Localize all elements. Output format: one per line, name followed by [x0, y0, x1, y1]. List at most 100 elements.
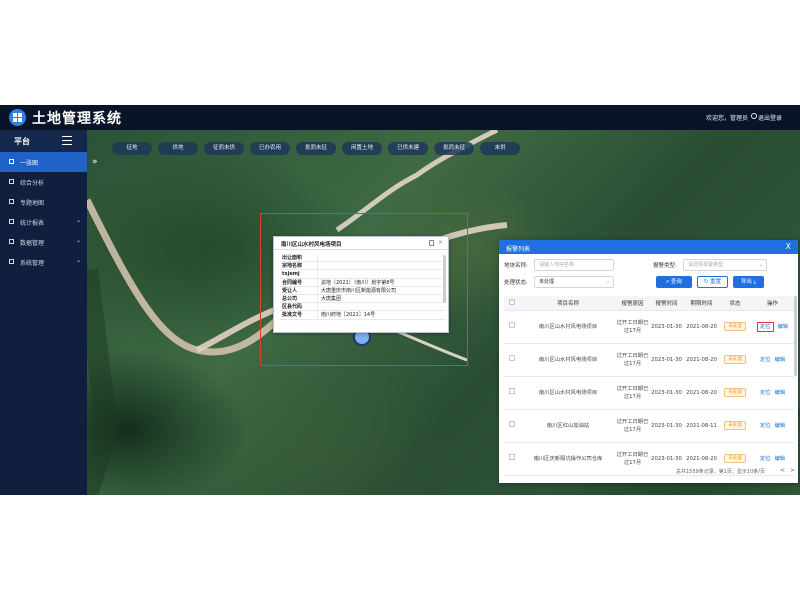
layer-button[interactable]: 供地 [158, 142, 198, 155]
sidebar-item[interactable]: 综合分析 [0, 172, 87, 192]
plot-name-input[interactable]: 请输入地块名称 [534, 259, 614, 271]
app-header: 土地管理系统 欢迎您，管理员 退出登录 [0, 105, 800, 130]
table-header-row: 项目名称 报警原因 报警时间 期限时间 状态 操作 [504, 296, 794, 311]
expand-icon[interactable]: » [92, 157, 98, 167]
alert-type-label: 报警类型: [653, 263, 677, 269]
row-checkbox[interactable] [504, 343, 520, 377]
cell-alert-reason: 过开工日期已过17月 [616, 310, 649, 344]
alert-type-placeholder: 请选择报警类型 [688, 262, 724, 268]
sidebar-header: 平台 [0, 130, 87, 152]
sidebar-item[interactable]: 一张图 [0, 152, 87, 172]
status-badge: 未处理 [724, 322, 746, 331]
popup-row: 总公司 大唐集团 [280, 294, 446, 304]
nav-icon [9, 239, 14, 244]
cell-actions: 定位 编辑 [751, 409, 794, 443]
popup-value [318, 270, 446, 277]
cell-project-name: 南川区山水村风电场项目 [520, 310, 616, 344]
layer-button[interactable]: 已办农用 [250, 142, 291, 155]
popup-header: 南川区山水村风电场项目 × [274, 237, 448, 250]
pager-summary: 总共1559条记录，第1页，显示10条/页 [676, 469, 765, 475]
table-row: 南川区山水村风电场项目 过开工日期已过17月 2023-01-30 2021-08-2… [504, 310, 794, 344]
layer-toolbar: 征地 供地 征而未供 已办农用 批而未征 闲置土地 已供未建 批而未征 未供 [112, 134, 526, 155]
query-button[interactable]: ⌕ 查询 [656, 276, 692, 288]
edit-link[interactable]: 编辑 [775, 390, 786, 396]
popup-title: 南川区山水村风电场项目 [281, 242, 342, 248]
col-actions: 操作 [751, 296, 794, 311]
sidebar-item[interactable]: 系统管理 ⌄ [0, 252, 87, 272]
edit-link[interactable]: 编辑 [775, 456, 786, 462]
platform-label: 平台 [14, 137, 30, 146]
edit-link[interactable]: 编辑 [775, 357, 786, 363]
locate-link[interactable]: 定位 [760, 423, 771, 429]
locate-link[interactable]: 定位 [760, 357, 771, 363]
logout-button[interactable]: 退出登录 [758, 113, 782, 122]
popup-scrollbar[interactable] [443, 255, 446, 303]
nav-icon [9, 259, 14, 264]
layer-button[interactable]: 已供未建 [388, 142, 429, 155]
chevron-down-icon: ⌄ [76, 217, 82, 224]
panel-header: 报警列表 X [499, 240, 798, 254]
layer-button[interactable]: 征而未供 [204, 142, 245, 155]
alert-type-select[interactable]: 请选择报警类型 ⌄ [683, 259, 767, 271]
sidebar-item-label: 系统管理 [20, 260, 45, 267]
sidebar-item-label: 综合分析 [20, 180, 45, 187]
sidebar-item[interactable]: 专题地图 [0, 192, 87, 212]
sidebar-item-label: 专题地图 [20, 200, 45, 207]
panel-close-button[interactable]: X [786, 242, 791, 251]
popup-table: 出让面积 宗地名称 txjemj 合同编号 渝地（2021）（南川）划字第8号 受让人 大唐… [280, 254, 446, 320]
cell-project-name: 南川区山水村风电场项目 [520, 376, 616, 410]
popup-value [318, 303, 446, 310]
popup-value: 渝地（2021）（南川）划字第8号 [321, 279, 395, 286]
locate-link[interactable]: 定位 [760, 456, 771, 462]
document-icon[interactable] [429, 240, 434, 246]
layer-button[interactable]: 征地 [112, 142, 152, 155]
layer-button[interactable]: 闲置土地 [342, 142, 383, 155]
popup-value: 大唐重庆市南川区新能源有限公司 [321, 287, 397, 294]
row-checkbox[interactable] [504, 376, 520, 410]
status-value: 未处理 [539, 279, 555, 285]
edit-link[interactable]: 编辑 [775, 423, 786, 429]
col-alert-time: 报警时间 [649, 296, 684, 311]
cell-alert-time: 2023-01-30 [649, 343, 684, 377]
panel-title: 报警列表 [506, 245, 531, 253]
status-badge: 未处理 [724, 421, 746, 430]
export-label: 导出 [740, 279, 752, 285]
cell-alert-reason: 过开工日期已过17月 [616, 343, 649, 377]
panel-scrollbar[interactable] [794, 296, 797, 376]
layer-button[interactable]: 批而未征 [296, 142, 337, 155]
popup-row: 批准文号 南川府地［2021］14号 [280, 311, 446, 320]
layer-button[interactable]: 未供 [480, 142, 521, 155]
nav-list: 一张图 综合分析 专题地图 统计报表 ⌄ 数据管理 ⌄ 系统管理 ⌄ [0, 152, 87, 272]
row-checkbox[interactable] [504, 442, 520, 476]
chevron-down-icon: ⌄ [605, 279, 610, 285]
popup-row: 合同编号 渝地（2021）（南川）划字第8号 [280, 278, 446, 287]
close-icon[interactable]: × [438, 239, 443, 246]
popup-key: 总公司 [280, 294, 318, 303]
row-checkbox[interactable] [504, 310, 520, 344]
power-icon[interactable] [751, 113, 757, 119]
status-select[interactable]: 未处理 ⌄ [534, 276, 614, 288]
sidebar: 平台 一张图 综合分析 专题地图 统计报表 ⌄ 数据管理 ⌄ 系统管理 ⌄ [0, 130, 87, 495]
popup-value [318, 254, 446, 261]
popup-row: txjemj [280, 270, 446, 279]
export-button[interactable]: 导出 ⤓ [733, 276, 764, 288]
layer-button[interactable]: 批而未征 [434, 142, 475, 155]
sidebar-item[interactable]: 统计报表 ⌄ [0, 212, 87, 232]
cell-actions: 定位 编辑 [751, 376, 794, 410]
popup-row: 受让人 大唐重庆市南川区新能源有限公司 [280, 286, 446, 295]
prev-page-button[interactable]: < [780, 467, 785, 474]
sidebar-item-label: 数据管理 [20, 240, 45, 247]
table-row: 南川区山水村风电场项目 过开工日期已过17月 2023-01-30 2021-08-2… [504, 343, 794, 377]
reset-button[interactable]: ↻ 重置 [697, 276, 728, 288]
edit-link[interactable]: 编辑 [778, 324, 789, 330]
cell-status: 未处理 [719, 409, 751, 443]
row-checkbox[interactable] [504, 409, 520, 443]
cell-status: 未处理 [719, 310, 751, 344]
menu-toggle-icon[interactable] [62, 136, 72, 145]
locate-link[interactable]: 定位 [760, 390, 771, 396]
next-page-button[interactable]: > [790, 467, 795, 474]
locate-link[interactable]: 定位 [756, 321, 774, 332]
sidebar-item[interactable]: 数据管理 ⌄ [0, 232, 87, 252]
plot-name-label: 地块名称: [504, 263, 528, 269]
select-all-checkbox[interactable] [504, 296, 520, 311]
